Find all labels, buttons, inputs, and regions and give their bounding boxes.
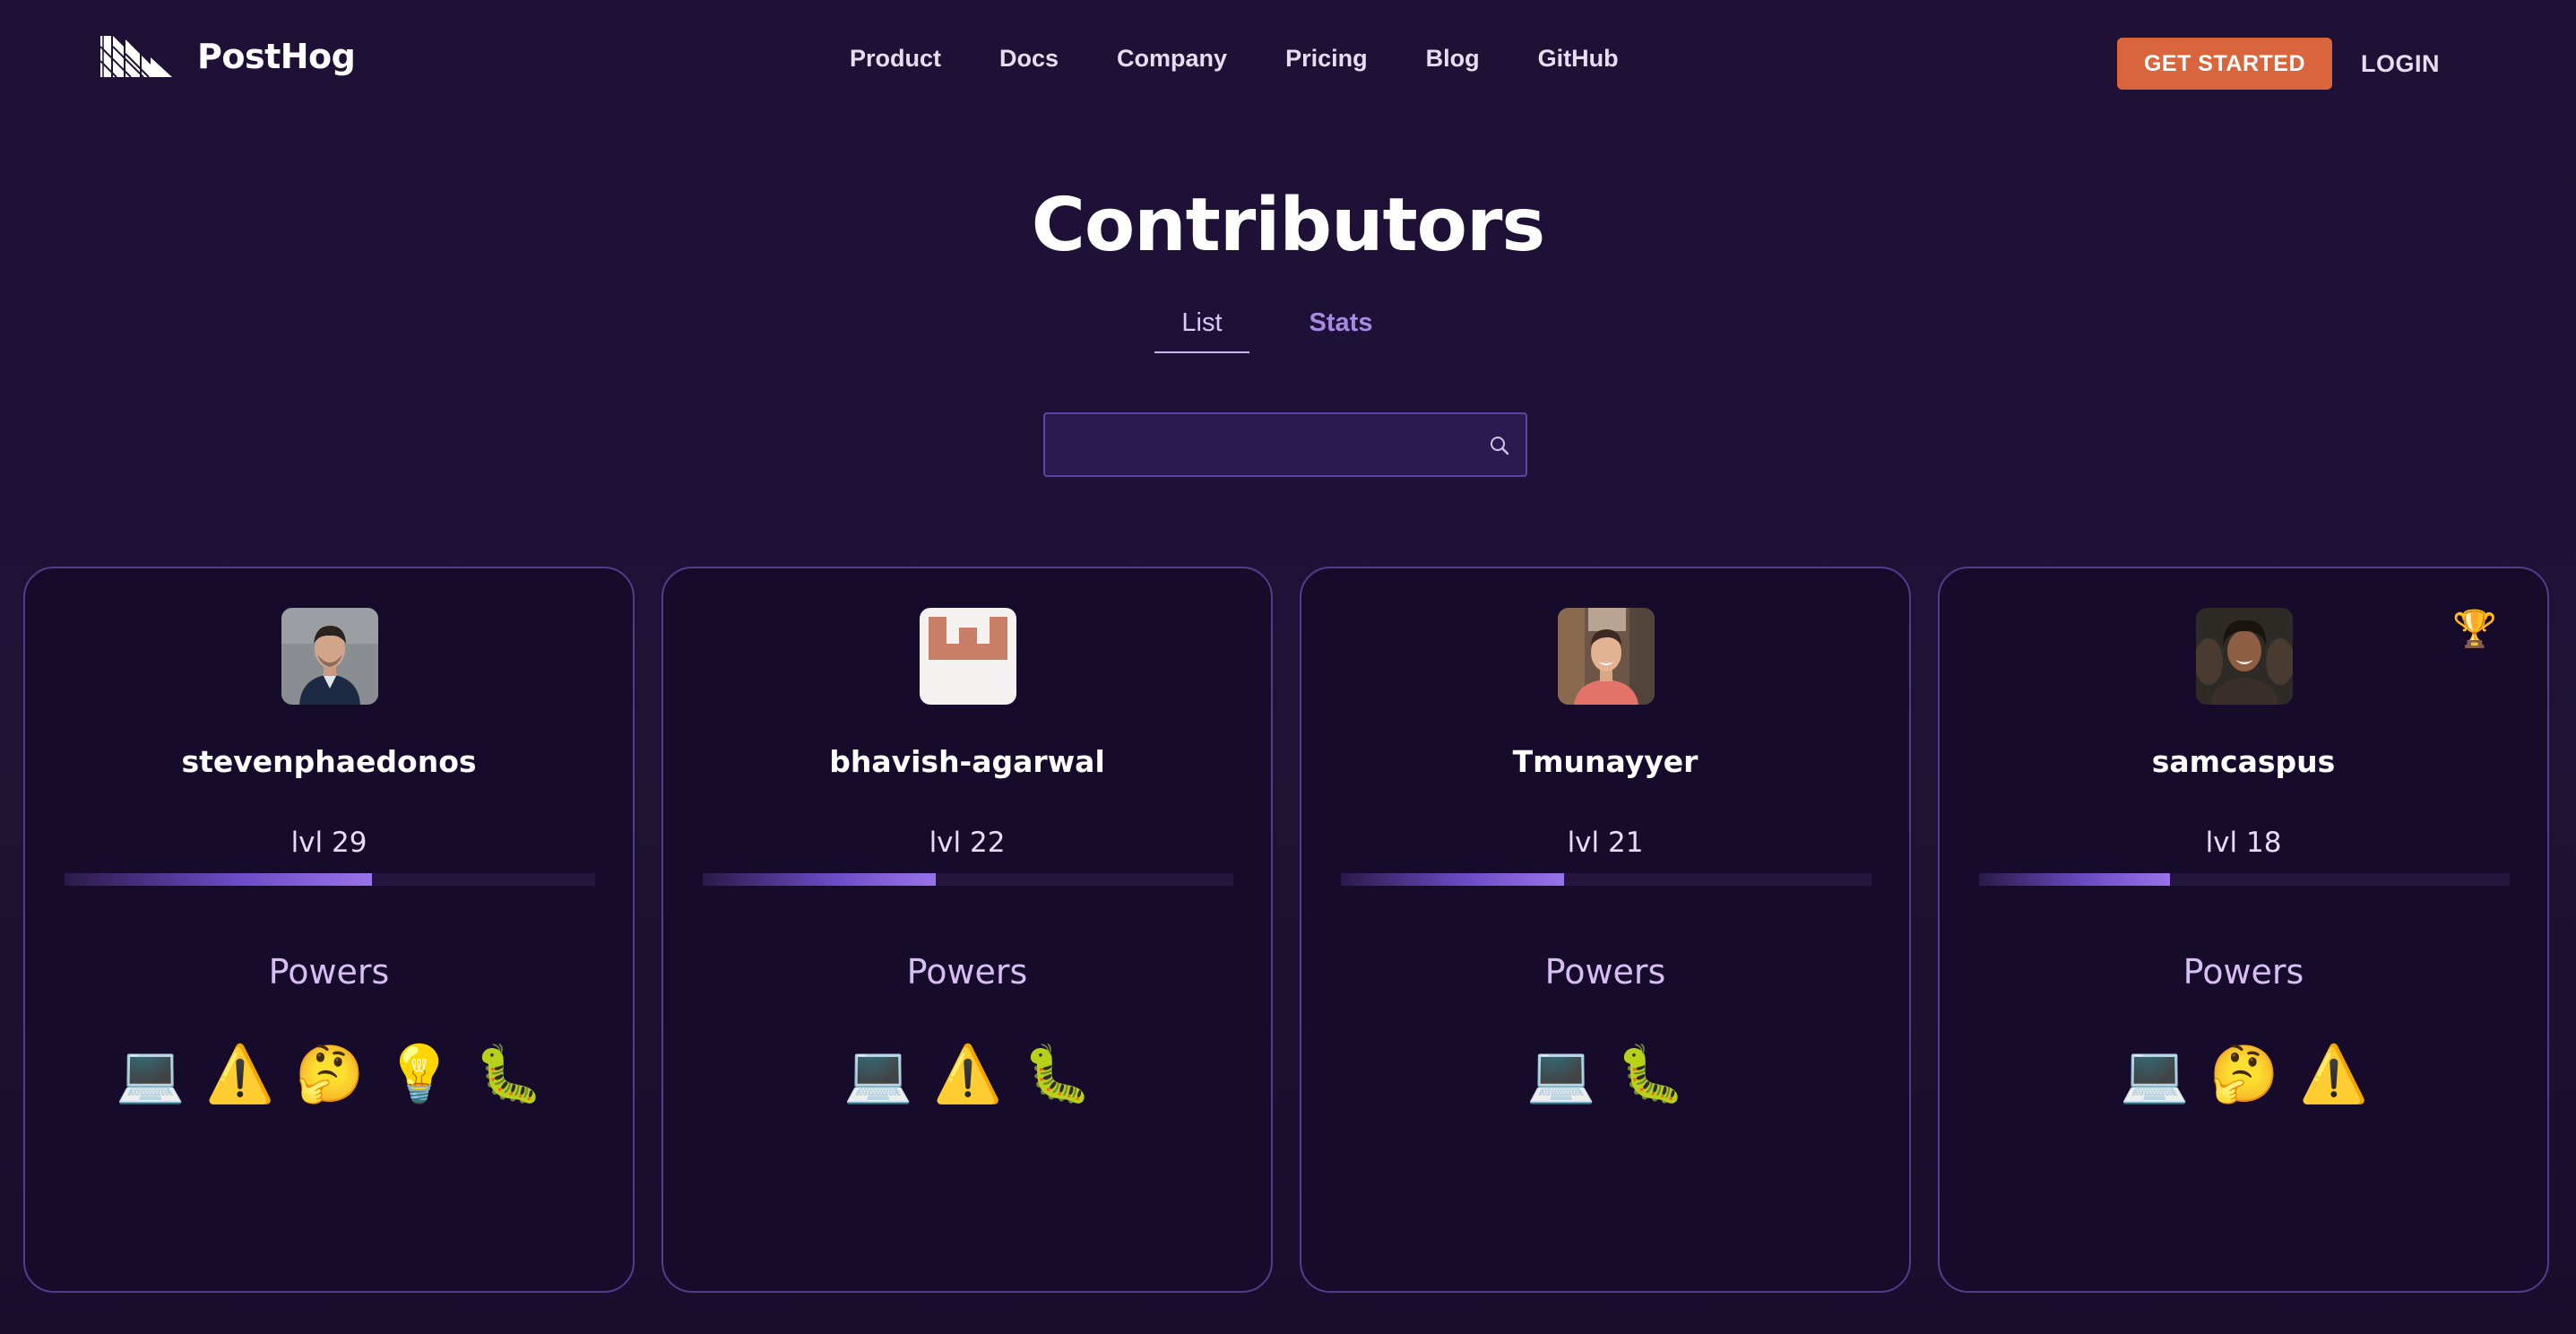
avatar xyxy=(281,608,378,705)
contributor-card[interactable]: bhavish-agarwal lvl 22 Powers 💻 ⚠️ 🐛 xyxy=(661,567,1273,1293)
site-header: PostHog Product Docs Company Pricing Blo… xyxy=(0,0,2576,131)
posthog-logo[interactable]: PostHog xyxy=(100,36,356,77)
bug-icon[interactable]: 🐛 xyxy=(474,1040,543,1108)
powers-heading: Powers xyxy=(906,952,1028,992)
powers-list: 💻 ⚠️ 🤔 💡 🐛 xyxy=(25,1040,633,1108)
xp-progress-bar xyxy=(65,873,595,886)
brand-name: PostHog xyxy=(197,37,356,76)
laptop-icon[interactable]: 💻 xyxy=(2120,1040,2189,1108)
contributor-username[interactable]: samcaspus xyxy=(1940,744,2547,779)
thinking-face-icon[interactable]: 🤔 xyxy=(2209,1040,2278,1108)
contributor-username[interactable]: bhavish-agarwal xyxy=(663,744,1271,779)
trophy-icon: 🏆 xyxy=(2452,609,2497,650)
warning-icon[interactable]: ⚠️ xyxy=(205,1040,274,1108)
warning-icon[interactable]: ⚠️ xyxy=(933,1040,1002,1108)
contributor-level: lvl 21 xyxy=(1567,827,1644,859)
contributor-card[interactable]: 🏆 samcaspus lvl 18 Powers 💻 🤔 ⚠️ xyxy=(1938,567,2549,1293)
contributor-grid: stevenphaedonos lvl 29 Powers 💻 ⚠️ 🤔 💡 🐛… xyxy=(23,567,2549,1293)
lightbulb-icon[interactable]: 💡 xyxy=(385,1040,454,1108)
contributor-level: lvl 22 xyxy=(929,827,1006,859)
page-title: Contributors xyxy=(1031,183,1546,268)
powers-list: 💻 🐛 xyxy=(1301,1040,1909,1108)
view-tabs: List Stats xyxy=(1154,305,1391,353)
contributor-username[interactable]: Tmunayyer xyxy=(1301,744,1909,779)
laptop-icon[interactable]: 💻 xyxy=(1526,1040,1595,1108)
avatar xyxy=(1558,608,1655,705)
nav-company[interactable]: Company xyxy=(1117,45,1227,73)
nav-docs[interactable]: Docs xyxy=(999,45,1059,73)
thinking-face-icon[interactable]: 🤔 xyxy=(295,1040,364,1108)
powers-list: 💻 ⚠️ 🐛 xyxy=(663,1040,1271,1108)
contributor-card[interactable]: stevenphaedonos lvl 29 Powers 💻 ⚠️ 🤔 💡 🐛 xyxy=(23,567,635,1293)
posthog-logo-icon xyxy=(100,36,172,77)
main-nav: Product Docs Company Pricing Blog GitHub xyxy=(850,45,1619,73)
powers-heading: Powers xyxy=(2183,952,2304,992)
search-box xyxy=(1043,412,1527,477)
contributor-username[interactable]: stevenphaedonos xyxy=(25,744,633,779)
avatar xyxy=(920,608,1016,705)
xp-progress-fill xyxy=(1979,873,2171,886)
powers-list: 💻 🤔 ⚠️ xyxy=(1940,1040,2547,1108)
bug-icon[interactable]: 🐛 xyxy=(1616,1040,1685,1108)
laptop-icon[interactable]: 💻 xyxy=(843,1040,912,1108)
xp-progress-bar xyxy=(1341,873,1871,886)
xp-progress-fill xyxy=(1341,873,1564,886)
search-icon[interactable] xyxy=(1488,434,1511,457)
avatar xyxy=(2196,608,2293,705)
powers-heading: Powers xyxy=(1544,952,1666,992)
nav-blog[interactable]: Blog xyxy=(1426,45,1480,73)
xp-progress-fill xyxy=(703,873,937,886)
contributor-card[interactable]: Tmunayyer lvl 21 Powers 💻 🐛 xyxy=(1300,567,1911,1293)
xp-progress-bar xyxy=(703,873,1233,886)
tab-stats[interactable]: Stats xyxy=(1291,305,1391,353)
contributor-level: lvl 18 xyxy=(2205,827,2282,859)
nav-github[interactable]: GitHub xyxy=(1538,45,1619,73)
warning-icon[interactable]: ⚠️ xyxy=(2299,1040,2368,1108)
xp-progress-fill xyxy=(65,873,373,886)
contributor-level: lvl 29 xyxy=(290,827,367,859)
nav-pricing[interactable]: Pricing xyxy=(1285,45,1368,73)
nav-product[interactable]: Product xyxy=(850,45,941,73)
laptop-icon[interactable]: 💻 xyxy=(116,1040,185,1108)
search-input[interactable] xyxy=(1045,414,1466,475)
tab-list[interactable]: List xyxy=(1154,305,1249,353)
xp-progress-bar xyxy=(1979,873,2510,886)
bug-icon[interactable]: 🐛 xyxy=(1023,1040,1092,1108)
get-started-button[interactable]: GET STARTED xyxy=(2117,38,2332,90)
powers-heading: Powers xyxy=(268,952,390,992)
login-button[interactable]: LOGIN xyxy=(2361,50,2440,78)
